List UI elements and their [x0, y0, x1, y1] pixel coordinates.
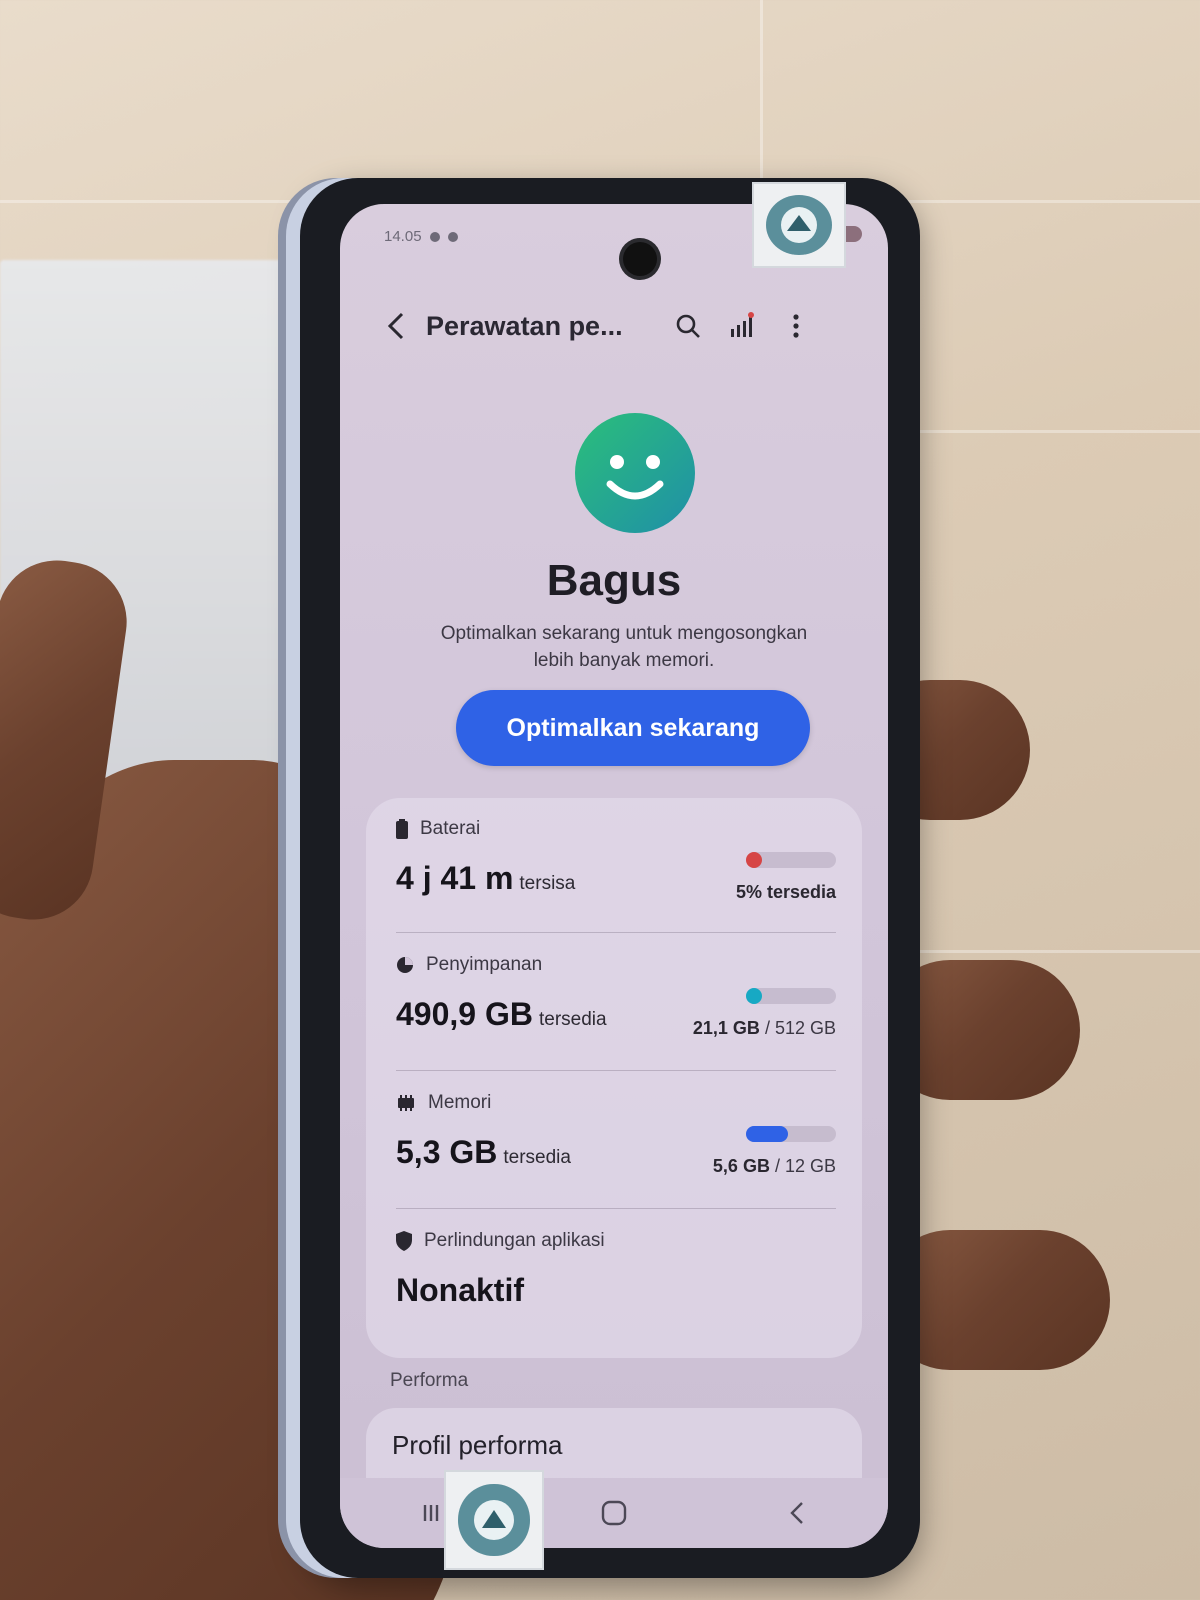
app-protection-row[interactable]: Perlindungan aplikasi Nonaktif	[396, 1230, 836, 1330]
status-bar: 14.05	[384, 228, 458, 245]
divider	[396, 932, 836, 933]
memory-usage: 5,6 GB / 12 GB	[713, 1156, 836, 1177]
status-card: Baterai 4 j 41 m tersisa 5% tersedia Peny…	[366, 798, 862, 1358]
memory-row[interactable]: Memori 5,3 GB tersedia 5,6 GB / 12 GB	[396, 1092, 836, 1192]
storage-label-text: Penyimpanan	[426, 954, 543, 975]
battery-icon	[396, 819, 408, 839]
storage-usage: 21,1 GB / 512 GB	[693, 1018, 836, 1039]
app-protection-label: Perlindungan aplikasi	[396, 1230, 605, 1252]
memory-label-text: Memori	[428, 1092, 492, 1113]
battery-value-number: 4 j 41 m	[396, 860, 514, 896]
memory-level-bar	[746, 1126, 836, 1142]
nav-back-icon[interactable]	[767, 1488, 827, 1538]
divider	[396, 1070, 836, 1071]
performance-section-label: Performa	[390, 1370, 469, 1391]
device-status-title: Bagus	[546, 556, 682, 605]
search-icon[interactable]	[666, 304, 710, 348]
storage-pie-icon	[397, 957, 413, 973]
storage-used: 21,1 GB	[692, 1018, 760, 1038]
signal-bars-icon[interactable]	[720, 304, 764, 348]
home-icon[interactable]	[584, 1488, 644, 1538]
memory-value-number: 5,3 GB	[396, 1134, 498, 1170]
storage-total: / 512 GB	[764, 1018, 836, 1038]
status-lock-icon	[447, 231, 458, 242]
battery-available-text: 5% tersedia	[735, 882, 836, 902]
phone-screen: 14.05 Perawatan pe... Bagus Optimalkan s…	[340, 204, 888, 1548]
status-time: 14.05	[384, 228, 422, 245]
storage-value-unit: tersedia	[538, 1009, 607, 1030]
floor-tile-line	[920, 950, 1200, 953]
warranty-sticker-logo	[458, 1484, 530, 1556]
performance-profile-item[interactable]: Profil performa	[366, 1408, 862, 1478]
phone-device: 14.05 Perawatan pe... Bagus Optimalkan s…	[300, 178, 920, 1578]
storage-value: 490,9 GB tersedia	[396, 996, 607, 1033]
storage-row[interactable]: Penyimpanan 490,9 GB tersedia 21,1 GB / 5…	[396, 954, 836, 1054]
smiley-face-icon	[574, 412, 696, 534]
battery-label-text: Baterai	[420, 818, 481, 839]
battery-row[interactable]: Baterai 4 j 41 m tersisa 5% tersedia	[396, 818, 836, 918]
more-vert-icon[interactable]	[774, 304, 818, 348]
floor-tile-line	[920, 430, 1200, 433]
battery-value-unit: tersisa	[519, 873, 576, 894]
memory-value: 5,3 GB tersedia	[396, 1134, 571, 1171]
warranty-sticker	[444, 1470, 544, 1570]
battery-value: 4 j 41 m tersisa	[396, 860, 575, 897]
front-camera	[623, 242, 657, 276]
page-title: Perawatan pe...	[426, 310, 623, 341]
memory-level-fill	[746, 1126, 788, 1142]
battery-available: 5% tersedia	[736, 882, 836, 903]
storage-level-bar	[746, 988, 836, 1004]
app-protection-status: Nonaktif	[396, 1272, 524, 1308]
performance-profile-label: Profil performa	[392, 1430, 563, 1460]
toolbar: Perawatan pe...	[380, 296, 850, 356]
divider	[396, 1208, 836, 1209]
navigation-bar	[340, 1478, 888, 1548]
app-protection-value: Nonaktif	[396, 1272, 524, 1309]
warranty-sticker	[752, 182, 846, 268]
device-status-description: Optimalkan sekarang untuk mengosongkan l…	[440, 623, 808, 671]
shield-icon	[396, 1231, 412, 1251]
storage-value-number: 490,9 GB	[396, 996, 533, 1032]
status-notification-icon	[429, 231, 440, 242]
storage-label: Penyimpanan	[396, 954, 542, 976]
battery-label: Baterai	[396, 818, 480, 840]
battery-level-fill	[746, 852, 762, 868]
memory-label: Memori	[396, 1092, 491, 1114]
optimize-now-button[interactable]: Optimalkan sekarang	[456, 690, 810, 766]
memory-chip-icon	[398, 1095, 414, 1111]
warranty-sticker-logo	[765, 194, 833, 256]
memory-used: 5,6 GB	[712, 1156, 770, 1176]
memory-value-unit: tersedia	[503, 1147, 571, 1168]
app-protection-label-text: Perlindungan aplikasi	[424, 1230, 605, 1251]
storage-level-fill	[746, 988, 762, 1004]
battery-level-bar	[746, 852, 836, 868]
back-chevron-icon[interactable]	[380, 310, 412, 342]
memory-total: / 12 GB	[774, 1156, 836, 1176]
